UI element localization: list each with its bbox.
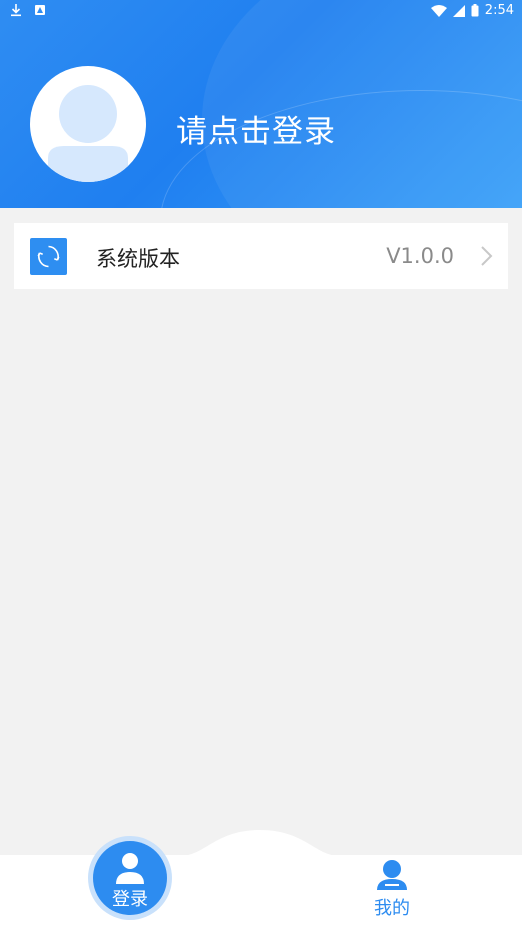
tab-login[interactable]: 登录 bbox=[88, 836, 172, 920]
chevron-right-icon bbox=[481, 246, 493, 266]
signal-icon bbox=[452, 4, 465, 17]
row-label: 系统版本 bbox=[96, 247, 180, 271]
version-value: V1.0.0 bbox=[386, 244, 454, 268]
bottom-tab-bar bbox=[0, 855, 522, 928]
login-prompt[interactable]: 请点击登录 bbox=[176, 106, 336, 151]
status-bar: 2:54 bbox=[0, 0, 522, 24]
download-icon bbox=[11, 4, 21, 17]
wifi-icon bbox=[430, 4, 447, 17]
person-icon bbox=[116, 853, 144, 884]
notification-icon bbox=[35, 5, 45, 15]
refresh-icon bbox=[30, 238, 67, 275]
status-time: 2:54 bbox=[484, 3, 514, 18]
battery-icon bbox=[471, 4, 479, 17]
avatar[interactable] bbox=[30, 66, 146, 182]
tab-mine-label: 我的 bbox=[374, 898, 410, 919]
avatar-placeholder-icon bbox=[48, 85, 128, 182]
person-icon bbox=[377, 860, 407, 890]
system-version-row[interactable]: 系统版本 V1.0.0 bbox=[14, 223, 508, 289]
profile-header: 2:54 请点击登录 bbox=[0, 0, 522, 208]
tabbar-hump bbox=[0, 830, 522, 860]
tab-mine[interactable]: 我的 bbox=[352, 858, 432, 922]
tab-login-label: 登录 bbox=[112, 889, 148, 910]
